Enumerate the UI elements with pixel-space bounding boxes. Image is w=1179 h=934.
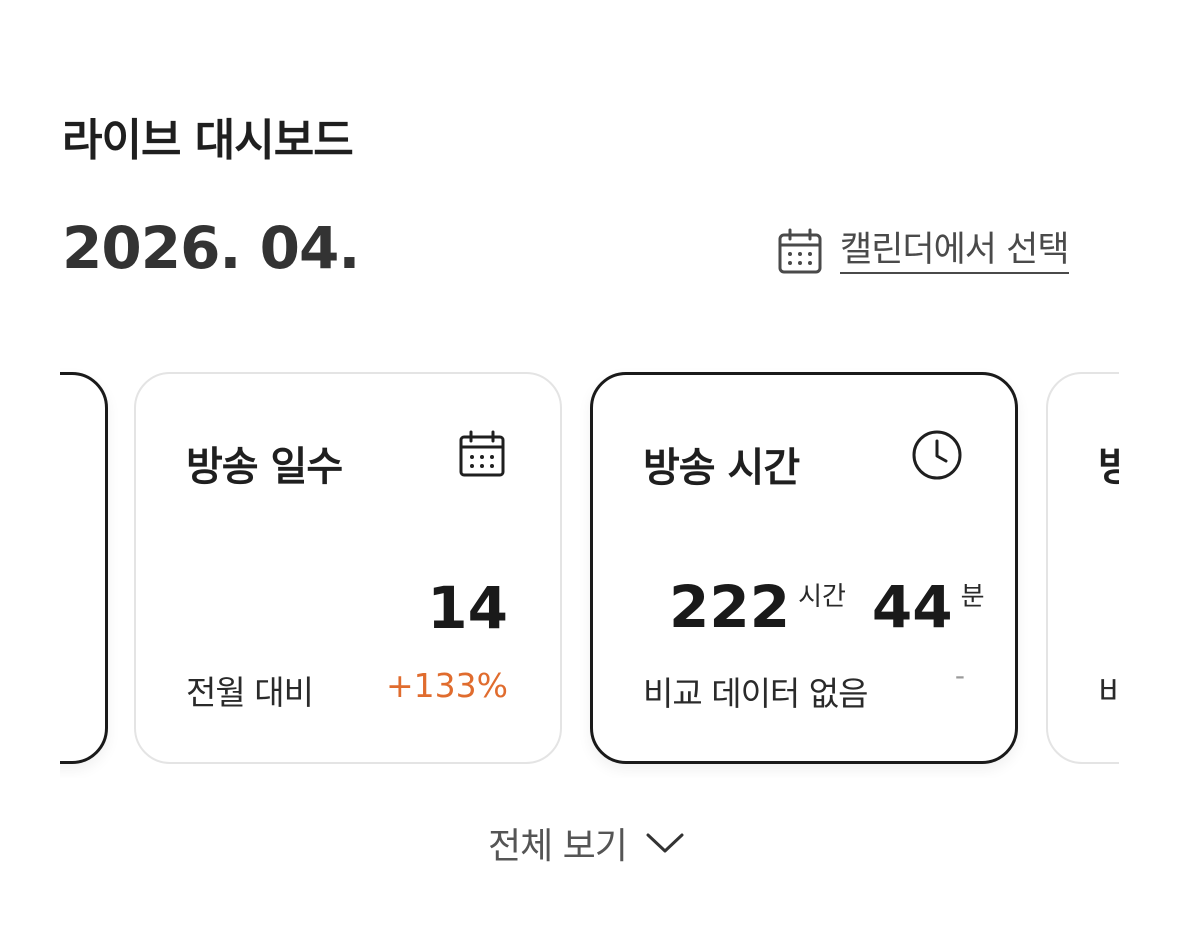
card-title: 방송 시간: [643, 445, 800, 491]
card-compare-label: 비: [1098, 673, 1119, 712]
card-value: 14: [427, 574, 508, 642]
view-all-label: 전체 보기: [488, 826, 628, 867]
clock-icon: [911, 429, 963, 481]
month-label: 2026. 04.: [62, 214, 360, 282]
calendar-select-link[interactable]: 캘린더에서 선택: [776, 226, 1070, 278]
card-value-row: 222 시간 44 분: [669, 573, 985, 641]
card-compare-value: +133%: [386, 666, 508, 705]
stat-card-next-partial[interactable]: 방 비: [1046, 372, 1119, 764]
stat-card-previous-partial[interactable]: [60, 372, 108, 764]
minutes-unit: 분: [960, 582, 985, 612]
card-compare-value: -: [954, 659, 965, 692]
calendar-icon: [456, 428, 508, 480]
calendar-select-label: 캘린더에서 선택: [840, 230, 1070, 274]
page-title: 라이브 대시보드: [62, 115, 354, 166]
card-title: 방송 일수: [186, 444, 343, 490]
view-all-button[interactable]: 전체 보기: [488, 818, 685, 868]
calendar-icon: [776, 228, 824, 276]
stat-card-broadcast-days[interactable]: 방송 일수 14 전월 대비 +133%: [134, 372, 562, 764]
card-compare-label: 비교 데이터 없음: [643, 674, 868, 713]
card-title: 방: [1098, 444, 1119, 490]
minutes-value: 44: [871, 573, 953, 641]
stat-cards-carousel[interactable]: 방송 일수 14 전월 대비 +133% 방송 시간 222 시간 44 분 비…: [60, 360, 1119, 778]
stat-card-broadcast-time[interactable]: 방송 시간 222 시간 44 분 비교 데이터 없음 -: [590, 372, 1018, 764]
card-compare-label: 전월 대비: [186, 673, 314, 712]
hours-unit: 시간: [798, 582, 846, 612]
hours-value: 222: [669, 573, 791, 641]
chevron-down-icon: [645, 823, 685, 863]
